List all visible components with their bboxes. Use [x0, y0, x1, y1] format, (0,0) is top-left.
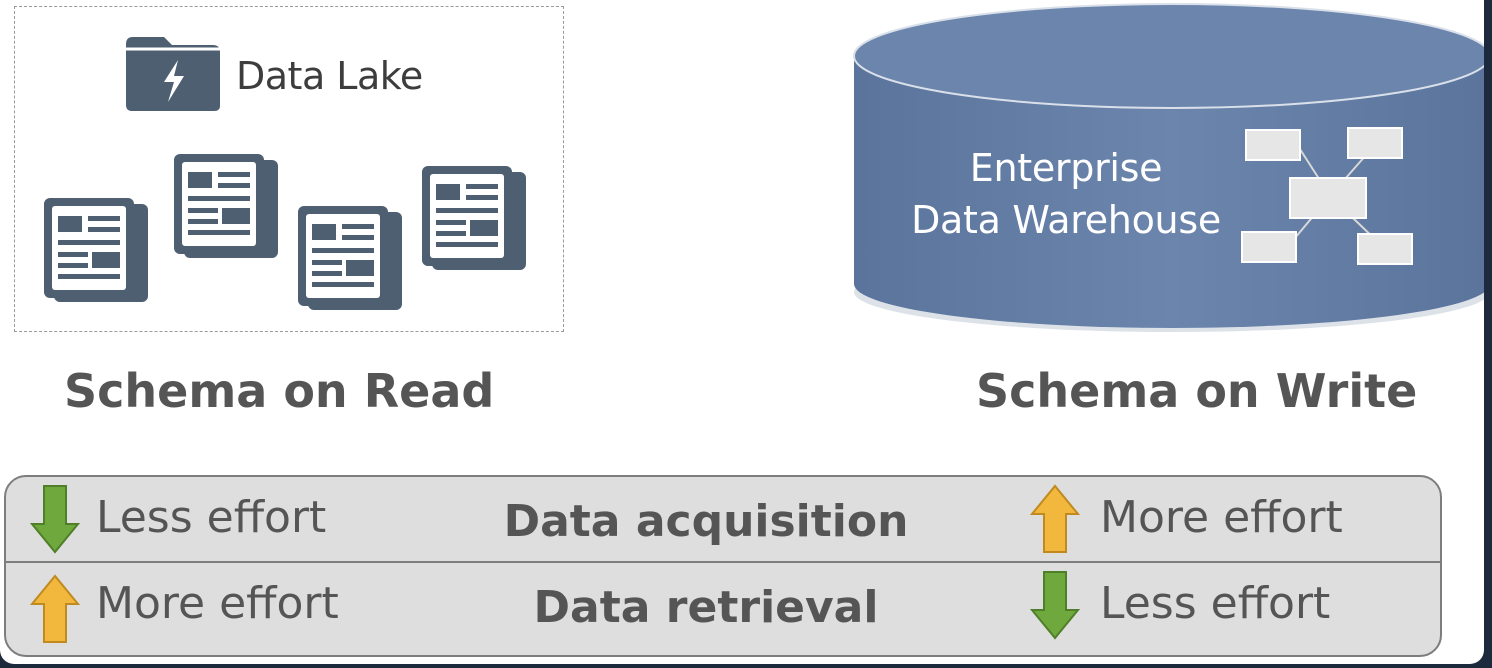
arrow-down-icon: [30, 485, 80, 554]
table-row-1-label: Data acquisition: [503, 496, 909, 547]
warehouse-label-line2: Data Warehouse: [911, 198, 1221, 242]
document-icon: [174, 154, 278, 258]
arrow-down-icon: [1030, 571, 1080, 640]
document-icon: [298, 206, 402, 310]
arrow-up-icon: [1030, 484, 1080, 553]
table-relationship-icon: [1241, 127, 1413, 265]
document-icon: [44, 198, 148, 302]
table-row-2-right: Less effort: [1100, 578, 1331, 629]
arrow-up-icon: [30, 574, 80, 643]
schema-on-read-heading: Schema on Read: [64, 364, 495, 418]
warehouse-label-line1: Enterprise: [969, 146, 1163, 190]
schema-on-write-heading: Schema on Write: [976, 364, 1418, 418]
table-row-2-left: More effort: [96, 578, 339, 629]
diagram: Data Lake Enterprise Data Warehouse Sche…: [0, 0, 1484, 664]
folder-lightning-icon: [126, 37, 220, 111]
table-row-1-left: Less effort: [96, 492, 327, 543]
table-row-1-right: More effort: [1100, 492, 1343, 543]
document-icon: [422, 166, 526, 270]
table-divider: [6, 561, 1440, 563]
table-row-2-label: Data retrieval: [533, 582, 879, 633]
data-lake-label: Data Lake: [236, 54, 423, 98]
warehouse-label: Enterprise Data Warehouse: [876, 142, 1256, 246]
